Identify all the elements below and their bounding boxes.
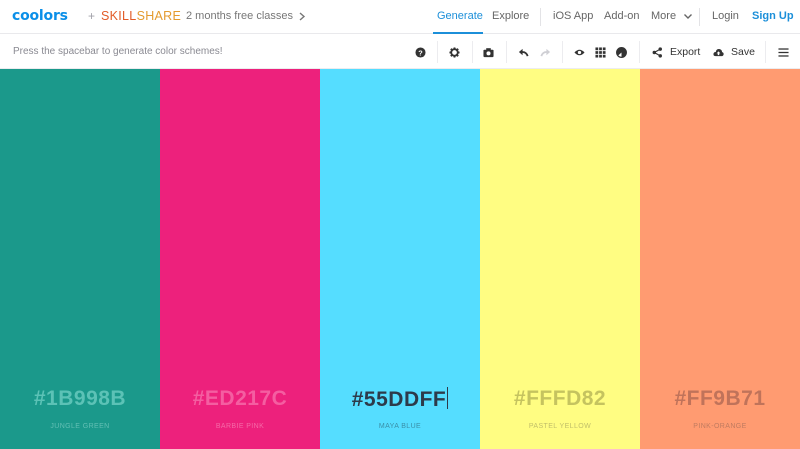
color-swatch[interactable]: #FFFD82 PASTEL YELLOW <box>480 69 640 449</box>
nav-add-on[interactable]: Add-on <box>604 10 639 22</box>
color-name: BARBIE PINK <box>215 423 265 430</box>
hex-code[interactable]: #ED217C <box>160 387 320 411</box>
menu-button[interactable] <box>778 44 789 60</box>
export-button[interactable]: Export <box>652 44 700 60</box>
color-name: MAYA BLUE <box>378 423 422 430</box>
hex-code-text: #55DDFF <box>351 388 447 411</box>
nav-generate[interactable]: Generate <box>437 10 483 22</box>
save-button[interactable]: Save <box>713 44 755 60</box>
hex-code[interactable]: #FF9B71 <box>640 387 800 411</box>
share-icon <box>652 46 662 58</box>
redo-button[interactable] <box>540 44 551 60</box>
hex-code[interactable]: #FFFD82 <box>480 387 640 411</box>
grid-button[interactable] <box>595 44 606 60</box>
active-tab-indicator <box>433 32 483 34</box>
camera-button[interactable] <box>483 44 494 60</box>
redo-icon <box>540 48 551 56</box>
hex-code[interactable]: #1B998B <box>0 387 160 411</box>
nav-more[interactable]: More <box>651 10 693 22</box>
nav-divider <box>540 8 541 26</box>
nav-login[interactable]: Login <box>712 10 739 22</box>
color-swatch[interactable]: #FF9B71 PINK-ORANGE <box>640 69 800 449</box>
color-swatch[interactable]: #55DDFF MAYA BLUE <box>320 69 480 449</box>
color-name: PASTEL YELLOW <box>528 423 592 430</box>
undo-icon <box>518 48 529 56</box>
skillshare-logo[interactable]: SKILLSHARE <box>101 9 181 23</box>
nav-explore[interactable]: Explore <box>492 10 529 22</box>
promo-text: 2 months free classes <box>186 10 293 22</box>
toolbar-divider <box>765 41 766 63</box>
nav-sign-up[interactable]: Sign Up <box>752 10 794 22</box>
toolbar-divider <box>437 41 438 63</box>
view-icon <box>574 49 585 55</box>
grid-icon <box>595 46 606 58</box>
coolors-logo[interactable]: coolors <box>12 8 68 24</box>
settings-button[interactable] <box>449 44 460 60</box>
toolbar-divider <box>562 41 563 63</box>
help-button[interactable]: ? <box>415 44 426 60</box>
contrast-button[interactable] <box>616 44 627 60</box>
cloud-upload-icon <box>713 48 724 56</box>
skillshare-logo-share: SHARE <box>136 9 182 23</box>
export-label: Export <box>670 46 701 58</box>
hex-code-editing[interactable]: #55DDFF <box>320 387 480 412</box>
save-label: Save <box>731 46 755 58</box>
menu-icon <box>778 47 789 57</box>
generator-toolbar: Press the spacebar to generate color sch… <box>0 35 800 69</box>
promo-link[interactable]: 2 months free classes <box>186 10 306 22</box>
svg-text:?: ? <box>418 48 423 57</box>
nav-divider <box>699 8 700 26</box>
toolbar-divider <box>506 41 507 63</box>
spacebar-hint: Press the spacebar to generate color sch… <box>13 46 223 57</box>
camera-icon <box>483 47 494 57</box>
text-cursor <box>447 387 449 409</box>
chevron-down-icon <box>684 13 693 19</box>
skillshare-logo-skill: SKILL <box>101 9 137 23</box>
chevron-right-icon <box>299 11 306 21</box>
toolbar-divider <box>639 41 640 63</box>
partner-plus: + <box>88 9 96 23</box>
help-icon: ? <box>415 46 426 58</box>
color-swatch[interactable]: #ED217C BARBIE PINK <box>160 69 320 449</box>
color-name: PINK-ORANGE <box>693 423 747 430</box>
settings-icon <box>449 46 460 58</box>
undo-button[interactable] <box>518 44 529 60</box>
nav-ios-app[interactable]: iOS App <box>553 10 593 22</box>
nav-more-label: More <box>651 10 677 22</box>
color-name: JUNGLE GREEN <box>50 423 110 430</box>
color-swatch[interactable]: #1B998B JUNGLE GREEN <box>0 69 160 449</box>
view-button[interactable] <box>574 44 585 60</box>
contrast-icon <box>616 46 627 58</box>
top-navbar: coolors + SKILLSHARE 2 months free class… <box>0 0 800 34</box>
color-palette: #1B998B JUNGLE GREEN #ED217C BARBIE PINK… <box>0 69 800 449</box>
toolbar-divider <box>472 41 473 63</box>
